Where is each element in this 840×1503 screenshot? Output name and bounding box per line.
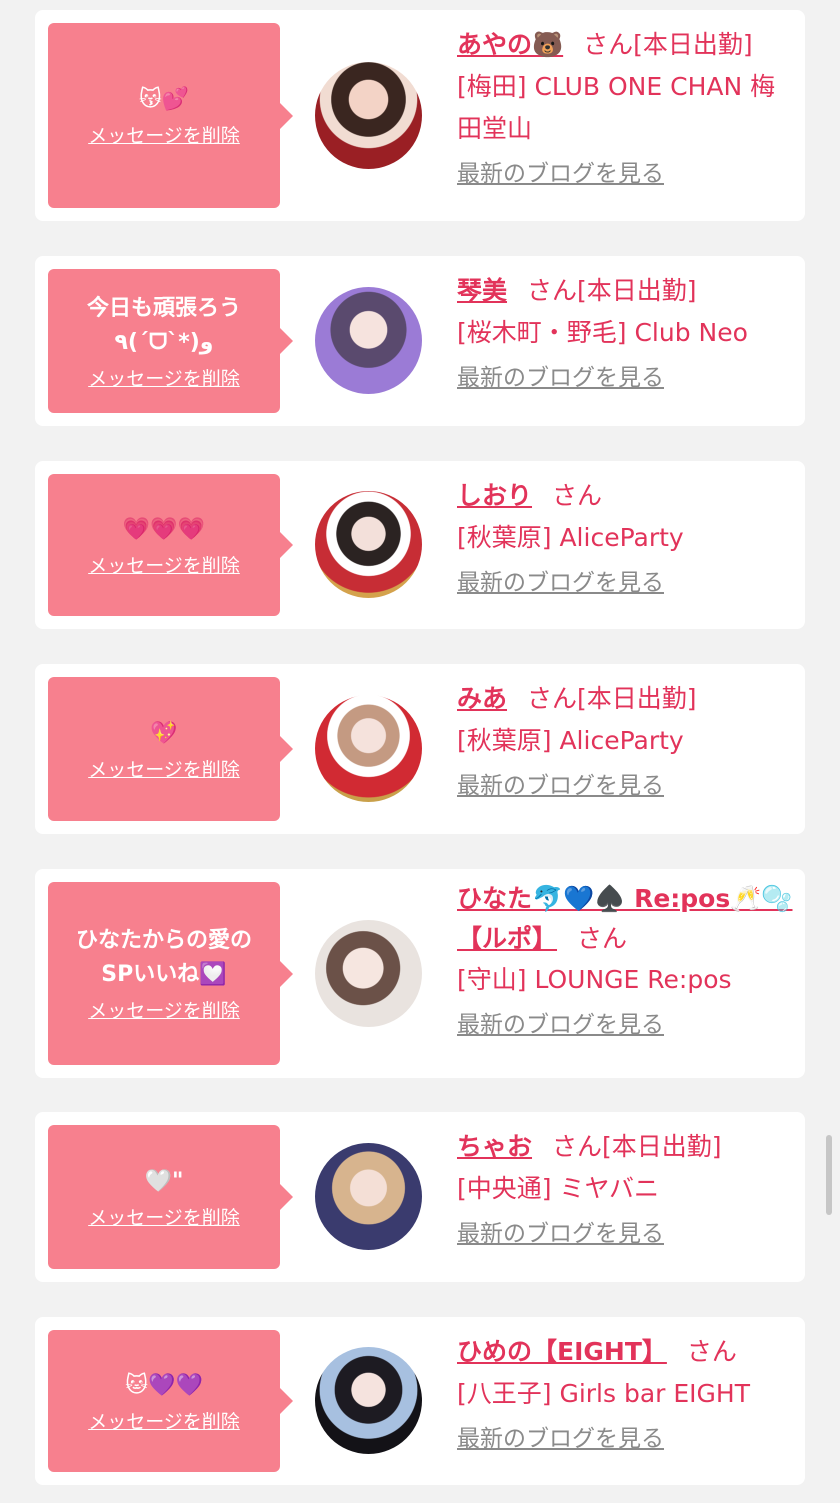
san-label: さん [552,481,603,510]
shop-name: [八王子] Girls bar EIGHT [457,1379,750,1408]
list-item: ひなたからの愛の SPいいね💟 メッセージを削除 ひなた🐬💙♠️ Re:pos🥂… [35,869,805,1078]
blog-link[interactable]: 最新のブログを見る [457,156,664,192]
message-text: 🐱💜💜 [125,1372,203,1398]
cast-info: ひなた🐬💙♠️ Re:pos🥂🫧【ルポ】 さん [守山] LOUNGE Re:po… [457,879,793,1043]
delete-message-link[interactable]: メッセージを削除 [88,551,240,578]
message-bubble: ひなたからの愛の SPいいね💟 メッセージを削除 [48,882,293,1065]
blog-link[interactable]: 最新のブログを見る [457,1216,664,1252]
message-text: 💖 [150,720,178,746]
blog-link[interactable]: 最新のブログを見る [457,565,664,601]
avatar[interactable] [315,287,422,394]
blog-link[interactable]: 最新のブログを見る [457,1007,664,1043]
shop-name: [秋葉原] AliceParty [457,726,684,755]
list-item: 🤍" メッセージを削除 ちゃお さん[本日出勤] [中央通] ミヤバニ 最新のブロ… [35,1112,805,1282]
message-text: 🤍" [144,1168,184,1194]
list-item: 💖 メッセージを削除 みあ さん[本日出勤] [秋葉原] AliceParty 最… [35,664,805,834]
shop-name: [守山] LOUNGE Re:pos [457,965,732,994]
blog-link[interactable]: 最新のブログを見る [457,768,664,804]
message-text: 😽💕 [138,87,190,112]
cast-name-link[interactable]: 琴美 [457,276,507,305]
list-item: 🐱💜💜 メッセージを削除 ひめの【EIGHT】 さん [八王子] Girls ba… [35,1317,805,1485]
message-text: ひなたからの愛の SPいいね💟 [75,928,252,987]
cast-name-link[interactable]: ひめの【EIGHT】 [457,1337,667,1366]
avatar[interactable] [315,695,422,802]
delete-message-link[interactable]: メッセージを削除 [88,996,240,1023]
san-label: さん [686,1337,737,1366]
avatar[interactable] [315,491,422,598]
delete-message-link[interactable]: メッセージを削除 [88,364,240,391]
message-text: 💗💗💗 [122,516,206,542]
shop-name: [中央通] ミヤバニ [457,1174,659,1203]
delete-message-link[interactable]: メッセージを削除 [88,1203,240,1230]
san-label: さん [583,30,634,59]
avatar[interactable] [315,920,422,1027]
avatar[interactable] [315,62,422,169]
cast-name-link[interactable]: ちゃお [457,1132,532,1161]
avatar[interactable] [315,1143,422,1250]
san-label: さん [552,1132,603,1161]
cast-info: あやの🐻 さん[本日出勤] [梅田] CLUB ONE CHAN 梅田堂山 最新の… [457,24,793,192]
cast-info: ひめの【EIGHT】 さん [八王子] Girls bar EIGHT 最新のブロ… [457,1331,793,1457]
cast-name-link[interactable]: しおり [457,481,532,510]
status-label: [本日出勤] [577,684,697,713]
san-label: さん [577,924,628,953]
cast-info: しおり さん [秋葉原] AliceParty 最新のブログを見る [457,475,793,601]
list-item: 今日も頑張ろう ٩(ˊᗜˋ*)و メッセージを削除 琴美 さん[本日出勤] [桜木… [35,256,805,426]
shop-name: [梅田] CLUB ONE CHAN 梅田堂山 [457,72,776,143]
cast-info: ちゃお さん[本日出勤] [中央通] ミヤバニ 最新のブログを見る [457,1126,793,1252]
message-bubble: 💖 メッセージを削除 [48,677,293,821]
message-text: 今日も頑張ろう ٩(ˊᗜˋ*)و [86,295,241,355]
cast-info: 琴美 さん[本日出勤] [桜木町・野毛] Club Neo 最新のブログを見る [457,270,793,396]
delete-message-link[interactable]: メッセージを削除 [88,1407,240,1434]
status-label: [本日出勤] [633,30,753,59]
cast-info: みあ さん[本日出勤] [秋葉原] AliceParty 最新のブログを見る [457,678,793,804]
message-bubble: 💗💗💗 メッセージを削除 [48,474,293,616]
blog-link[interactable]: 最新のブログを見る [457,1421,664,1457]
message-list: 😽💕 メッセージを削除 あやの🐻 さん[本日出勤] [梅田] CLUB ONE C… [35,10,805,1485]
message-bubble: 今日も頑張ろう ٩(ˊᗜˋ*)و メッセージを削除 [48,269,293,413]
list-item: 😽💕 メッセージを削除 あやの🐻 さん[本日出勤] [梅田] CLUB ONE C… [35,10,805,221]
message-bubble: 😽💕 メッセージを削除 [48,23,293,208]
delete-message-link[interactable]: メッセージを削除 [88,755,240,782]
status-label: [本日出勤] [577,276,697,305]
shop-name: [桜木町・野毛] Club Neo [457,318,748,347]
avatar[interactable] [315,1347,422,1454]
scrollbar[interactable] [826,1135,832,1215]
cast-name-link[interactable]: みあ [457,684,507,713]
san-label: さん [527,684,578,713]
delete-message-link[interactable]: メッセージを削除 [88,121,240,148]
san-label: さん [527,276,578,305]
list-item: 💗💗💗 メッセージを削除 しおり さん [秋葉原] AliceParty 最新のブ… [35,461,805,629]
message-bubble: 🐱💜💜 メッセージを削除 [48,1330,293,1472]
message-bubble: 🤍" メッセージを削除 [48,1125,293,1269]
blog-link[interactable]: 最新のブログを見る [457,360,664,396]
cast-name-link[interactable]: あやの🐻 [457,30,563,59]
status-label: [本日出勤] [602,1132,722,1161]
shop-name: [秋葉原] AliceParty [457,523,684,552]
